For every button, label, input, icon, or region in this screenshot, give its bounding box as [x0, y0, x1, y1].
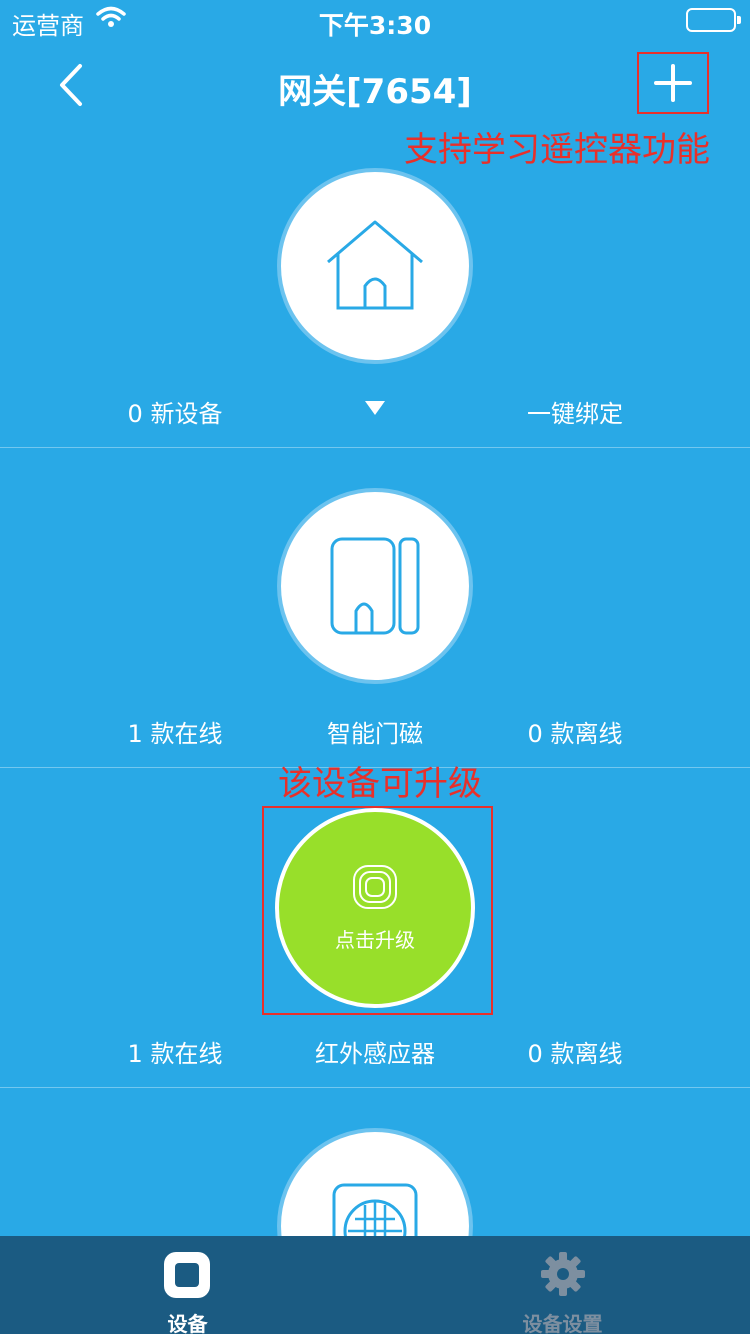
upgrade-label: 点击升级 [335, 927, 415, 952]
add-button[interactable] [637, 52, 709, 114]
nav-bar: 网关[7654] [0, 40, 750, 130]
device-name: 智能门磁 [327, 720, 423, 748]
new-devices-count: 0 新设备 [127, 400, 223, 428]
online-count: 1 款在线 [127, 1040, 223, 1068]
tab-device-settings[interactable]: 设备设置 [375, 1236, 750, 1334]
divider [0, 1087, 750, 1088]
gateway-device-button[interactable] [277, 168, 473, 364]
offline-count: 0 款离线 [527, 1040, 623, 1068]
device-tab-icon [164, 1252, 210, 1298]
annotation-add-note: 支持学习遥控器功能 [404, 130, 710, 170]
annotation-upgrade-note: 该设备可升级 [278, 764, 482, 804]
tab-bar: 设备 设备设置 [0, 1236, 750, 1334]
triangle-down-icon[interactable] [364, 400, 386, 420]
plus-icon [654, 64, 692, 102]
online-count: 1 款在线 [127, 720, 223, 748]
one-key-bind-button[interactable]: 一键绑定 [475, 394, 675, 429]
ir-sensor-icon [353, 864, 397, 909]
upgrade-button[interactable]: 点击升级 [275, 808, 475, 1008]
status-time: 下午3:30 [318, 11, 432, 40]
door-sensor-device-button[interactable] [277, 488, 473, 684]
device-name: 红外感应器 [315, 1040, 435, 1068]
door-sensor-icon [330, 537, 420, 635]
tab-devices[interactable]: 设备 [0, 1236, 375, 1334]
tab-device-settings-label: 设备设置 [522, 1312, 603, 1334]
battery-icon [686, 8, 741, 32]
house-icon [327, 220, 423, 310]
status-bar: 运营商 下午3:30 [0, 0, 750, 40]
tab-devices-label: 设备 [167, 1312, 208, 1334]
gear-icon [541, 1252, 585, 1296]
divider [0, 447, 750, 448]
offline-count: 0 款离线 [527, 720, 623, 748]
